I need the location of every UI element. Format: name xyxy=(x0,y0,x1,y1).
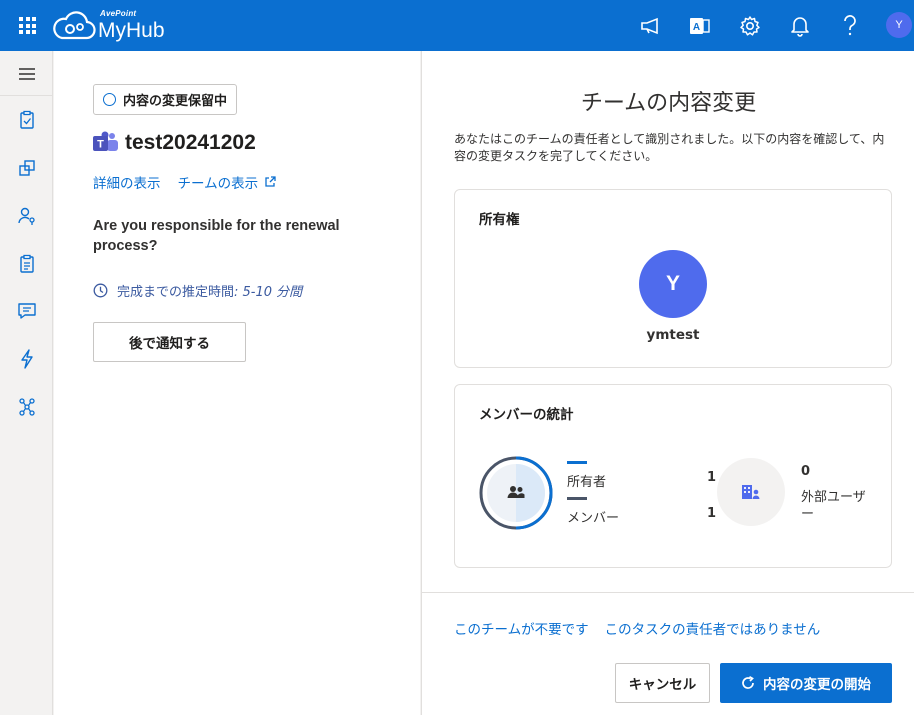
team-links: 詳細の表示 チームの表示 xyxy=(93,172,277,192)
external-users-count: 0 xyxy=(801,464,811,479)
notify-later-button[interactable]: 後で通知する xyxy=(93,322,246,362)
svg-text:T: T xyxy=(97,139,104,151)
chat-icon[interactable] xyxy=(0,291,53,331)
user-avatar[interactable]: Y xyxy=(886,12,912,38)
estimate-value: : 5-10 分間 xyxy=(234,285,303,300)
people-icon xyxy=(507,486,525,498)
footer-divider xyxy=(422,592,914,593)
status-text: 内容の変更保留中 xyxy=(123,94,228,109)
hamburger-icon[interactable] xyxy=(0,54,53,94)
estimate-label: 完成までの推定時間 xyxy=(117,285,235,300)
responsibility-question: Are you responsible for the renewal proc… xyxy=(93,218,340,254)
megaphone-icon[interactable] xyxy=(637,12,665,40)
owners-count: 1 xyxy=(707,470,717,485)
not-responsible-link[interactable]: このタスクの責任者ではありません xyxy=(605,618,821,638)
product-name: MyHub xyxy=(98,19,165,42)
renewal-panel: チームの内容変更 あなたはこのチームの責任者として識別されました。以下の内容を確… xyxy=(421,51,914,715)
network-icon[interactable] xyxy=(0,387,53,427)
pending-ring-icon xyxy=(103,93,116,106)
view-details-link[interactable]: 詳細の表示 xyxy=(93,172,161,192)
user-key-icon[interactable] xyxy=(0,196,53,236)
cancel-button[interactable]: キャンセル xyxy=(615,663,710,703)
waffle-icon[interactable] xyxy=(19,17,36,34)
help-icon[interactable] xyxy=(836,12,864,40)
ownership-heading: 所有権 xyxy=(479,212,520,228)
external-users-label: 外部ユーザー xyxy=(801,490,866,522)
external-link-icon xyxy=(265,176,276,187)
checklist-icon[interactable] xyxy=(0,244,53,284)
owner-avatar: Y xyxy=(639,250,707,318)
clock-icon xyxy=(93,283,108,298)
view-team-label: チームの表示 xyxy=(177,176,259,192)
panel-description: あなたはこのチームの責任者として識別されました。以下の内容を確認して、内容の変更… xyxy=(454,132,885,163)
footer-links: このチームが不要です このタスクの責任者ではありません xyxy=(454,618,820,638)
panel-title: チームの内容変更 xyxy=(580,91,757,116)
member-stats-heading: メンバーの統計 xyxy=(479,407,574,423)
owners-label: 所有者 xyxy=(567,475,607,490)
time-estimate: 完成までの推定時間: 5-10 分間 xyxy=(93,281,302,300)
members-count: 1 xyxy=(707,506,717,521)
cloud-gear-icon xyxy=(53,11,96,40)
left-rail xyxy=(0,51,53,715)
access-icon[interactable]: A xyxy=(686,12,714,40)
teams-icon: T xyxy=(93,131,118,151)
member-stats-card: メンバーの統計 所有者 1 メンバー 1 0 外部ユーザー xyxy=(454,384,892,568)
team-summary-panel: 内容の変更保留中 T test20241202 詳細の表示 チームの表示 Are… xyxy=(54,51,420,715)
team-not-needed-link[interactable]: このチームが不要です xyxy=(454,618,589,638)
status-badge: 内容の変更保留中 xyxy=(93,84,238,115)
app-logo[interactable]: AvePoint MyHub xyxy=(52,8,165,42)
members-label: メンバー xyxy=(567,511,620,526)
gear-icon[interactable] xyxy=(736,12,764,40)
top-bar: AvePoint MyHub A Y xyxy=(0,0,914,51)
external-users-circle xyxy=(717,458,785,526)
owner-name: ymtest xyxy=(646,327,700,343)
refresh-icon xyxy=(742,676,754,689)
ownership-card: 所有権 Y ymtest xyxy=(454,189,892,368)
building-users-icon xyxy=(742,485,760,499)
start-renewal-button[interactable]: 内容の変更の開始 xyxy=(720,663,892,703)
members-legend-swatch xyxy=(567,497,587,500)
owners-legend-swatch xyxy=(567,461,587,464)
svg-text:A: A xyxy=(693,22,700,33)
brand-text: AvePoint xyxy=(100,9,137,18)
clipboard-icon[interactable] xyxy=(0,100,53,140)
workspaces-icon[interactable] xyxy=(0,148,53,188)
view-team-link[interactable]: チームの表示 xyxy=(178,172,278,192)
start-renewal-label: 内容の変更の開始 xyxy=(763,677,871,693)
rail-divider xyxy=(0,95,53,96)
bell-icon[interactable] xyxy=(786,12,814,40)
flash-icon[interactable] xyxy=(0,339,53,379)
team-name: test20241202 xyxy=(125,131,256,154)
team-title: T test20241202 xyxy=(93,131,256,155)
